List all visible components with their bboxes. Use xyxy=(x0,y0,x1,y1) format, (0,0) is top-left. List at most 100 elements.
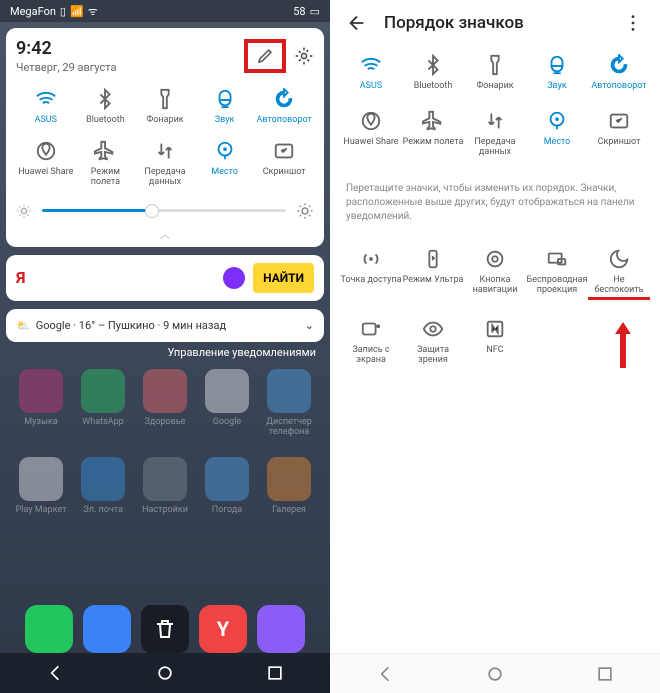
qs-label: Передача данных xyxy=(464,138,526,158)
qs-bluetooth[interactable]: Bluetooth xyxy=(76,88,136,126)
qs-label: Режим Ультра xyxy=(403,276,464,286)
notification-mgmt-link[interactable]: Управление уведомлениями xyxy=(0,342,330,359)
app-label: WhatsApp xyxy=(82,417,123,427)
dock: Y xyxy=(0,605,330,653)
qs-eye-protect[interactable]: Защита зрения xyxy=(402,318,464,366)
qs-dnd[interactable]: Не беспокоить xyxy=(588,248,650,301)
qs-huawei-share[interactable]: Huawei Share xyxy=(340,110,402,158)
qs-location[interactable]: Место xyxy=(526,110,588,158)
qs-flashlight[interactable]: Фонарик xyxy=(464,54,526,92)
yandex-search-card[interactable]: Я НАЙТИ xyxy=(6,255,324,301)
sound-icon xyxy=(546,54,568,76)
nav-back-button[interactable] xyxy=(375,664,395,684)
qs-data[interactable]: Передача данных xyxy=(464,110,526,158)
clock-date: Четверг, 29 августа xyxy=(16,61,116,74)
qs-screen-rec[interactable]: Запись с экрана xyxy=(340,318,402,366)
chevron-up-icon[interactable]: ︿ xyxy=(16,226,314,241)
qs-sound[interactable]: Звук xyxy=(526,54,588,92)
eye-protect-icon xyxy=(422,318,444,340)
app-Здоровье[interactable]: Здоровье xyxy=(134,369,196,437)
dock-phone[interactable] xyxy=(25,605,73,653)
brightness-slider[interactable] xyxy=(42,209,286,212)
find-button[interactable]: НАЙТИ xyxy=(253,263,314,293)
nav-back-button[interactable] xyxy=(45,663,65,683)
qs-airplane[interactable]: Режим полета xyxy=(76,140,136,188)
qs-screenshot[interactable]: Скриншот xyxy=(588,110,650,158)
qs-label: Скриншот xyxy=(598,138,641,148)
nav-recent-button[interactable] xyxy=(265,663,285,683)
app-Музыка[interactable]: Музыка xyxy=(10,369,72,437)
qs-label: ASUS xyxy=(35,116,57,126)
weather-card[interactable]: ⛅ Google · 16° – Пушкино · 9 мин назад ⌄ xyxy=(6,309,324,342)
qs-label: Скриншот xyxy=(263,168,306,178)
sun-high-icon xyxy=(296,202,314,220)
qs-ultra[interactable]: Режим Ультра xyxy=(402,248,464,301)
app-icon xyxy=(19,457,63,501)
qs-label: Звук xyxy=(215,116,235,126)
nav-bar xyxy=(0,653,330,693)
qs-hotspot[interactable]: Точка доступа xyxy=(340,248,402,301)
qs-location[interactable]: Место xyxy=(195,140,255,188)
location-icon xyxy=(214,140,236,162)
qs-wireless-proj[interactable]: Беспроводная проекция xyxy=(526,248,588,301)
qs-label: ASUS xyxy=(360,82,382,92)
qs-wifi[interactable]: ASUS xyxy=(340,54,402,92)
qs-label: Huawei Share xyxy=(18,168,73,178)
app-icon xyxy=(81,457,125,501)
app-icon xyxy=(81,369,125,413)
qs-label: Защита зрения xyxy=(402,346,464,366)
notif-header: 9:42 Четверг, 29 августа xyxy=(16,38,314,74)
qs-bluetooth[interactable]: Bluetooth xyxy=(402,54,464,92)
qs-label: Беспроводная проекция xyxy=(526,276,588,296)
app-Google[interactable]: Google xyxy=(196,369,258,437)
app-label: Музыка xyxy=(24,417,57,427)
app-Диспетчер телефона[interactable]: Диспетчер телефона xyxy=(258,369,320,437)
qs-airplane[interactable]: Режим полета xyxy=(402,110,464,158)
app-Play Маркет[interactable]: Play Маркет xyxy=(10,457,72,515)
qs-huawei-share[interactable]: Huawei Share xyxy=(16,140,76,188)
app-WhatsApp[interactable]: WhatsApp xyxy=(72,369,134,437)
qs-autorotate[interactable]: Автоповорот xyxy=(254,88,314,126)
qs-label: Режим полета xyxy=(403,138,464,148)
nav-recent-button[interactable] xyxy=(595,664,615,684)
qs-nav-button[interactable]: Кнопка навигации xyxy=(464,248,526,301)
wifi-icon xyxy=(35,88,57,110)
qs-sound[interactable]: Звук xyxy=(195,88,255,126)
app-Настройки[interactable]: Настройки xyxy=(134,457,196,515)
more-button[interactable] xyxy=(622,12,644,34)
qs-label: Фонарик xyxy=(476,82,513,92)
screen-rec-icon xyxy=(360,318,382,340)
app-label: Галерея xyxy=(272,505,306,515)
qs-flashlight[interactable]: Фонарик xyxy=(135,88,195,126)
wifi-status-icon: ᯤ xyxy=(88,4,98,19)
page-header: Порядок значков xyxy=(330,0,660,46)
app-icon xyxy=(143,457,187,501)
qs-screenshot[interactable]: Скриншот xyxy=(254,140,314,188)
clock-time: 9:42 xyxy=(16,38,116,59)
nav-home-button[interactable] xyxy=(155,663,175,683)
huawei-share-icon xyxy=(35,140,57,162)
dock-camera[interactable] xyxy=(257,605,305,653)
bluetooth-icon xyxy=(94,88,116,110)
qs-data[interactable]: Передача данных xyxy=(135,140,195,188)
dock-contacts[interactable] xyxy=(83,605,131,653)
back-button[interactable] xyxy=(346,12,368,34)
flashlight-icon xyxy=(154,88,176,110)
app-Погода[interactable]: Погода xyxy=(196,457,258,515)
app-label: Play Маркет xyxy=(16,505,67,515)
app-label: Google xyxy=(213,417,241,427)
dock-browser[interactable]: Y xyxy=(199,605,247,653)
battery-pct: 58 xyxy=(293,5,305,18)
home-app-grid: Музыка WhatsApp Здоровье Google Диспетчер те… xyxy=(0,359,330,515)
alice-icon[interactable] xyxy=(223,267,245,289)
nav-home-button[interactable] xyxy=(485,664,505,684)
notification-panel: 9:42 Четверг, 29 августа ASUS BluetoothФо… xyxy=(6,28,324,247)
app-Эл. почта[interactable]: Эл. почта xyxy=(72,457,134,515)
qs-autorotate[interactable]: Автоповорот xyxy=(588,54,650,92)
qs-nfc[interactable]: NFC xyxy=(464,318,526,366)
qs-wifi[interactable]: ASUS xyxy=(16,88,76,126)
app-Галерея[interactable]: Галерея xyxy=(258,457,320,515)
trash-slot[interactable] xyxy=(141,605,189,653)
pencil-icon[interactable] xyxy=(256,47,274,65)
gear-icon[interactable] xyxy=(294,46,314,66)
